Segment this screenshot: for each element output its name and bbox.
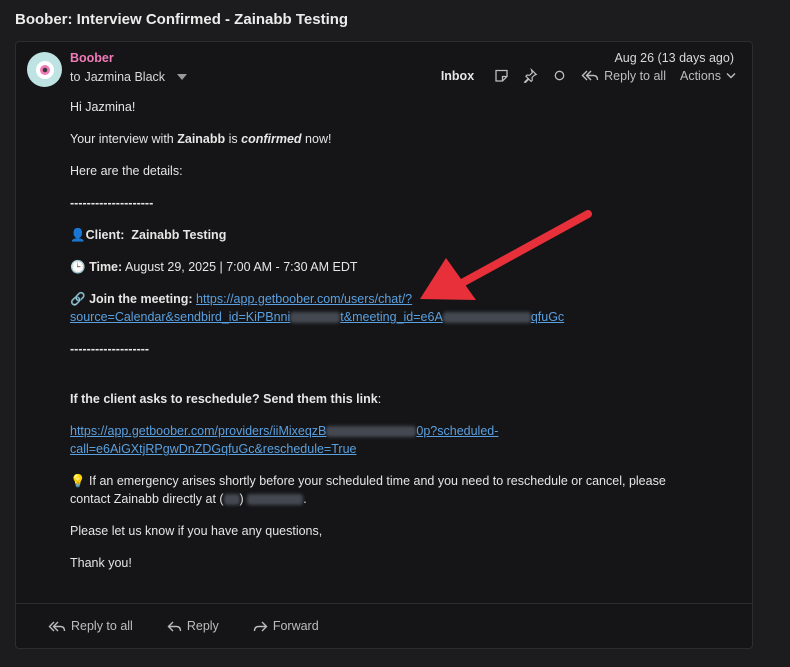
reply-all-icon [581, 70, 599, 81]
forward-icon [253, 621, 268, 631]
actions-menu-button[interactable]: Actions [680, 69, 736, 83]
client-value: Zainabb Testing [131, 228, 227, 242]
email-subject: Boober: Interview Confirmed - Zainabb Te… [15, 11, 349, 28]
redacted-block [326, 426, 417, 438]
chevron-down-icon [726, 73, 736, 79]
footer-forward-button[interactable]: Forward [253, 619, 319, 633]
actions-label: Actions [680, 68, 721, 83]
person-icon: 👤 [70, 228, 86, 242]
emergency-text: 💡 If an emergency arises shortly before … [70, 474, 666, 506]
recipient-details-chevron-icon[interactable] [177, 74, 188, 80]
message-footer: Reply to all Reply Forward [16, 603, 752, 648]
reply-all-label: Reply to all [604, 68, 666, 83]
recipient-name: Jazmina Black [84, 70, 166, 84]
eye-logo-icon [35, 60, 54, 79]
recipient-line: to Jazmina Black [70, 70, 188, 84]
time-line: 🕒 Time: August 29, 2025 | 7:00 AM - 7:30… [70, 260, 358, 274]
pin-icon[interactable] [523, 68, 538, 83]
link-icon: 🔗 [70, 292, 86, 306]
email-body: Hi Jazmina! Your interview with Zainabb … [70, 98, 710, 572]
footer-reply-button[interactable]: Reply [167, 619, 219, 633]
redacted-block [290, 312, 341, 324]
separator-2: ------------------- [70, 342, 150, 356]
thanks-line: Thank you! [70, 556, 132, 570]
details-intro: Here are the details: [70, 164, 183, 178]
client-line: 👤Client: Zainabb Testing [70, 228, 227, 242]
confirmation-line: Your interview with Zainabb is confirmed… [70, 132, 332, 146]
lightbulb-icon: 💡 [70, 474, 86, 488]
separator-1: -------------------- [70, 196, 154, 210]
questions-line: Please let us know if you have any quest… [70, 524, 323, 538]
reply-icon [167, 621, 182, 631]
redacted-block [442, 312, 531, 324]
reschedule-question: If the client asks to reschedule? Send t… [70, 392, 382, 406]
sender-name[interactable]: Boober [70, 51, 114, 65]
reschedule-link-line: https://app.getboober.com/providers/iiMi… [70, 422, 710, 458]
avatar [27, 52, 62, 87]
footer-reply-all-button[interactable]: Reply to all [48, 619, 133, 633]
clock-icon: 🕒 [70, 260, 86, 274]
message-toolbar: Inbox Reply to all Actions [441, 68, 736, 83]
inbox-label[interactable]: Inbox [441, 69, 474, 83]
reply-all-icon [48, 621, 66, 631]
redacted-block [223, 494, 240, 506]
mark-unread-circle-icon[interactable] [552, 68, 567, 83]
email-message-card: Boober to Jazmina Black Aug 26 (13 days … [15, 41, 753, 649]
greeting: Hi Jazmina! [70, 100, 136, 114]
redacted-block [247, 494, 304, 506]
reschedule-link[interactable]: https://app.getboober.com/providers/iiMi… [70, 424, 498, 456]
recipient-prefix: to [70, 70, 81, 84]
reply-all-button[interactable]: Reply to all [581, 69, 666, 83]
meeting-line: 🔗 Join the meeting: https://app.getboobe… [70, 292, 565, 324]
label-icon[interactable] [494, 68, 509, 83]
email-date: Aug 26 (13 days ago) [614, 51, 734, 65]
time-value: August 29, 2025 | 7:00 AM - 7:30 AM EDT [124, 260, 358, 274]
